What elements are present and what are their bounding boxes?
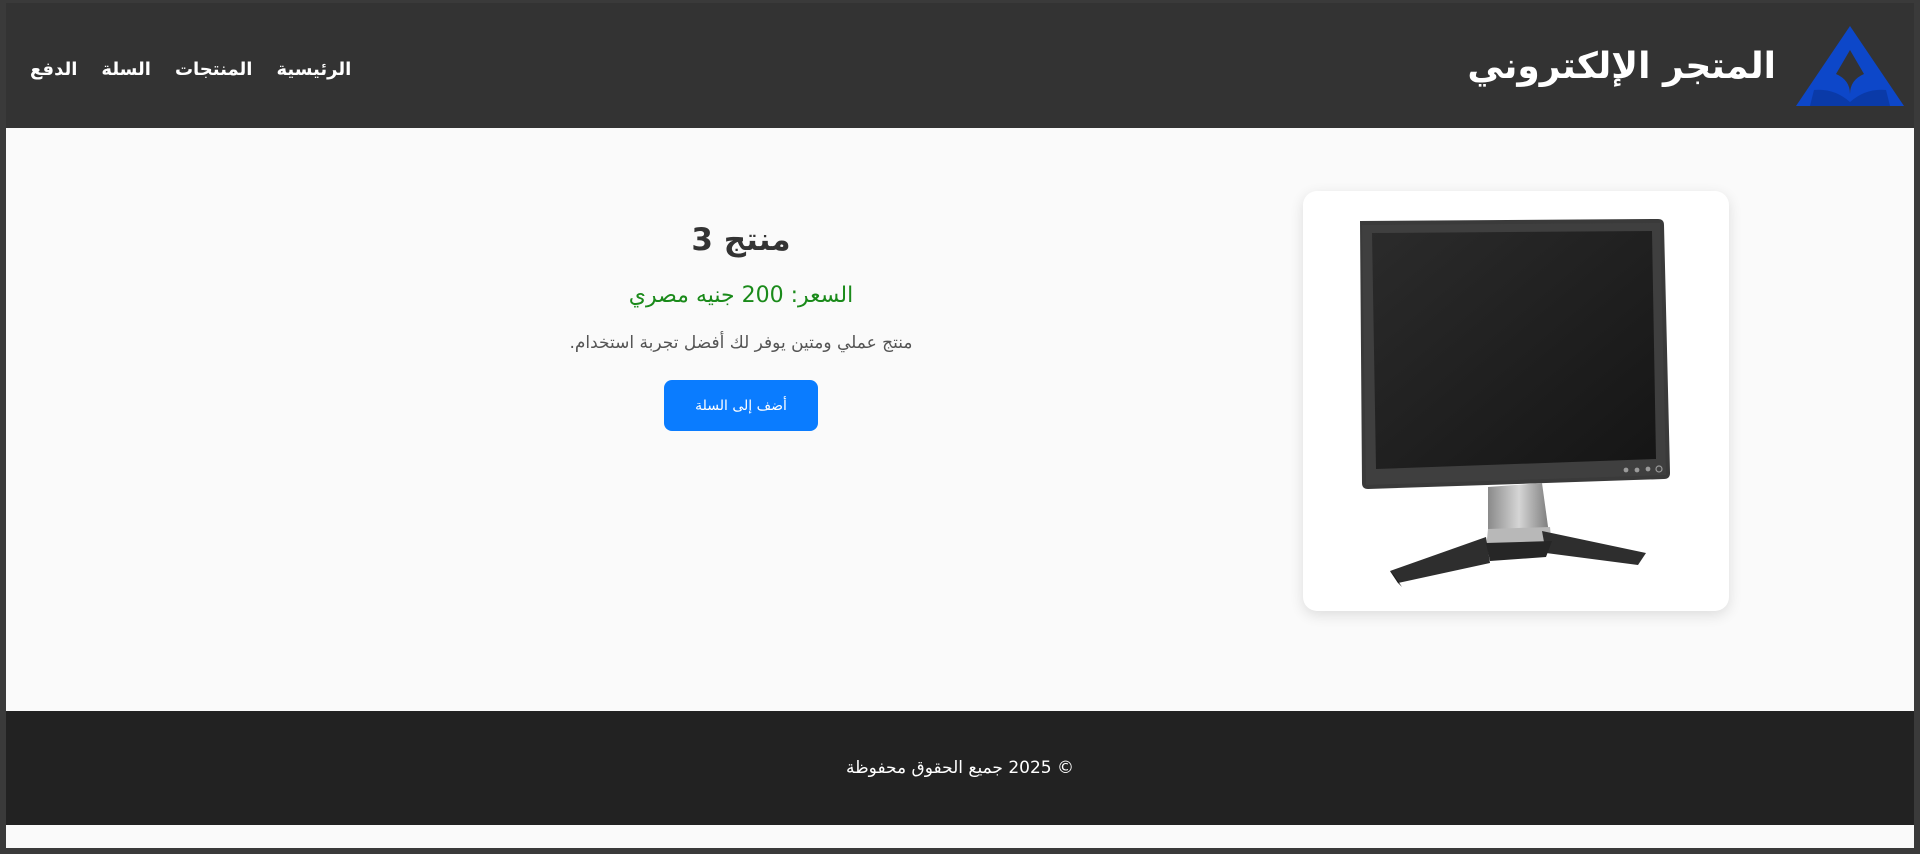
product-name: منتج 3 bbox=[691, 222, 791, 258]
nav-link-home[interactable]: الرئيسية bbox=[276, 59, 351, 80]
product-info: منتج 3 السعر: 200 جنيه مصري منتج عملي وم… bbox=[426, 218, 1056, 431]
site-header: المتجر الإلكتروني الرئيسية المنتجات السل… bbox=[6, 3, 1914, 128]
product-price: السعر: 200 جنيه مصري bbox=[628, 283, 854, 308]
blue-triangle-logo-icon bbox=[1796, 26, 1904, 106]
nav-link-checkout[interactable]: الدفع bbox=[30, 59, 77, 80]
product-image-card bbox=[1303, 191, 1729, 611]
nav-link-cart[interactable]: السلة bbox=[101, 59, 151, 80]
brand[interactable]: المتجر الإلكتروني bbox=[1467, 24, 1906, 108]
browser-page: المتجر الإلكتروني الرئيسية المنتجات السل… bbox=[6, 3, 1914, 848]
site-footer: © 2025 جميع الحقوق محفوظة bbox=[6, 711, 1914, 825]
product-description: منتج عملي ومتين يوفر لك أفضل تجربة استخد… bbox=[569, 333, 913, 353]
product-details: منتج 3 السعر: 200 جنيه مصري منتج عملي وم… bbox=[6, 128, 1914, 711]
computer-monitor-image bbox=[1360, 219, 1670, 587]
site-title: المتجر الإلكتروني bbox=[1467, 45, 1776, 87]
add-to-cart-button[interactable]: أضف إلى السلة bbox=[664, 380, 818, 431]
copyright-text: © 2025 جميع الحقوق محفوظة bbox=[846, 758, 1074, 778]
main-nav: الرئيسية المنتجات السلة الدفع bbox=[30, 55, 351, 83]
nav-link-products[interactable]: المنتجات bbox=[175, 59, 253, 80]
